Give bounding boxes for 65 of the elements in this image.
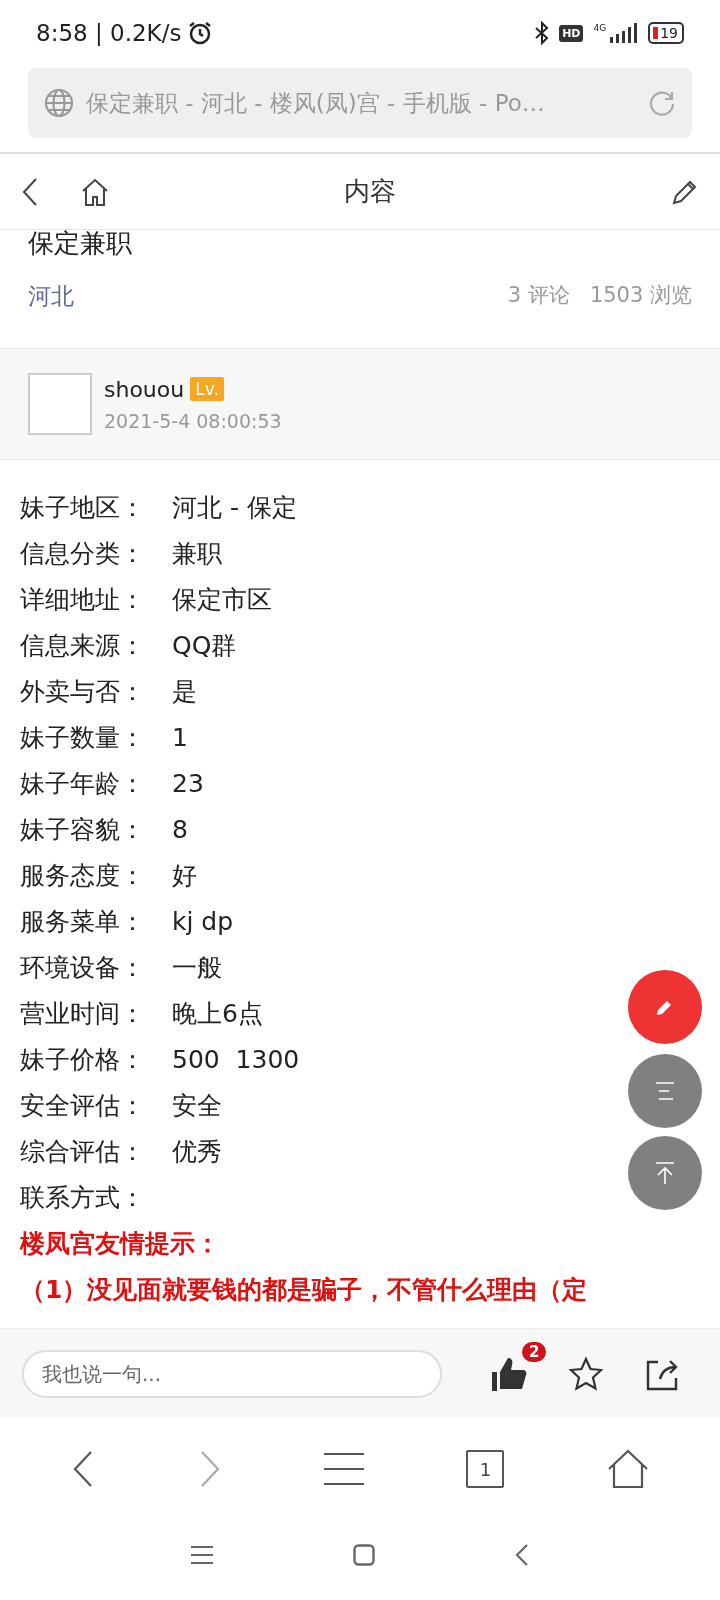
region-link[interactable]: 河北 [28, 281, 74, 312]
field-value: 1 [172, 722, 188, 752]
post-time: 2021-5-4 08:00:53 [104, 409, 282, 432]
signal-icon [608, 23, 639, 43]
back-icon[interactable] [20, 176, 40, 207]
field-label: 详细地址： [20, 583, 146, 616]
like-count-badge: 2 [522, 1341, 547, 1362]
thumbs-up-icon[interactable] [490, 1355, 528, 1392]
list-icon [654, 1081, 676, 1101]
field-label: 综合评估： [20, 1135, 146, 1168]
field-label: 外卖与否： [20, 675, 146, 708]
field-label: 服务菜单： [20, 905, 146, 938]
globe-icon [44, 88, 74, 118]
refresh-icon [648, 89, 676, 117]
home-icon[interactable] [606, 1449, 649, 1489]
field-label: 信息分类： [20, 537, 146, 570]
field-value: 兼职 [172, 537, 222, 570]
field-label: 妹子地区： [20, 491, 146, 524]
home-button-icon[interactable] [353, 1544, 375, 1566]
field-value: 是 [172, 675, 197, 708]
arrow-up-icon [654, 1161, 676, 1185]
hd-badge: HD [559, 24, 584, 42]
field-label: 妹子容貌： [20, 813, 146, 846]
field-value: QQ群 [172, 629, 237, 662]
field-value: kj dp [172, 906, 234, 936]
star-icon[interactable] [568, 1355, 604, 1392]
field-value: 晚上6点 [172, 997, 263, 1030]
network-label: 4G [593, 23, 607, 33]
page-title: 保定兼职 - 河北 - 楼风(凤)宫 - 手机版 - Po… [86, 88, 546, 118]
home-icon[interactable] [80, 176, 110, 207]
field-value: 500 1300 [172, 1044, 300, 1074]
notice-text: （1）没见面就要钱的都是骗子，不管什么理由（定 [20, 1273, 589, 1306]
field-value: 23 [172, 768, 204, 798]
tab-count-button[interactable]: 1 [466, 1450, 505, 1488]
battery-indicator: 19 [648, 22, 684, 44]
field-value: 好 [172, 859, 197, 892]
post-title: 保定兼职 [28, 227, 133, 260]
field-label: 妹子数量： [20, 721, 146, 754]
field-value: 保定市区 [172, 583, 272, 616]
view-count: 1503 浏览 [589, 283, 692, 307]
field-label: 服务态度： [20, 859, 146, 892]
comment-field[interactable]: 我也说一句... [22, 1349, 442, 1398]
field-label: 营业时间： [20, 997, 146, 1030]
menu-icon[interactable] [323, 1452, 364, 1486]
field-label: 环境设备： [20, 951, 146, 984]
field-label: 信息来源： [20, 629, 146, 662]
status-time: 8:58 | 0.2K/s [36, 20, 182, 46]
author-name: shouou [104, 376, 185, 402]
field-value: 8 [172, 814, 188, 844]
field-value: 河北 - 保定 [172, 491, 297, 524]
field-label: 妹子年龄： [20, 767, 146, 800]
level-badge: Lv. [190, 377, 224, 401]
field-value: 安全 [172, 1089, 222, 1122]
bluetooth-icon [535, 21, 550, 45]
field-label: 联系方式： [20, 1181, 146, 1214]
header-title: 内容 [343, 175, 397, 208]
field-value: 优秀 [172, 1135, 222, 1168]
menu-icon[interactable] [191, 1545, 213, 1565]
avatar-placeholder [28, 373, 92, 435]
notice-title: 楼凤宫友情提示： [20, 1227, 221, 1260]
field-value: 一般 [172, 951, 222, 984]
field-label: 妹子价格： [20, 1043, 146, 1076]
field-label: 安全评估： [20, 1089, 146, 1122]
back-icon[interactable] [515, 1543, 529, 1567]
comment-count: 3 评论 [507, 283, 570, 307]
